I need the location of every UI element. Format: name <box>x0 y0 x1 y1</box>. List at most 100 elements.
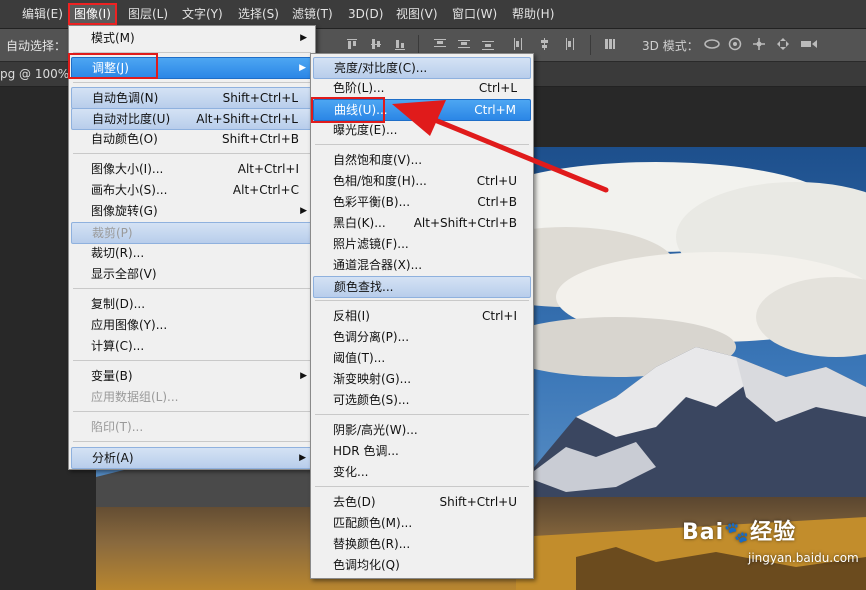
watermark-brand: Bai🐾经验 <box>682 514 796 546</box>
menu-item-levels[interactable]: 色阶(L)... Ctrl+L <box>313 78 531 98</box>
menu-item-trim[interactable]: 裁切(R)... <box>71 243 313 263</box>
menu-item-shortcut: Ctrl+M <box>474 103 516 117</box>
menu-item-image-rotation[interactable]: 图像旋转(G) ▶ <box>71 201 313 221</box>
document-tab-label: pg @ 100% <box>0 67 70 81</box>
menu-type[interactable]: 文字(Y) <box>178 5 227 23</box>
image-menu: 模式(M) ▶ 调整(J) ▶ 自动色调(N) Shift+Ctrl+L 自动对… <box>68 25 316 470</box>
menu-separator <box>73 411 311 412</box>
menu-item-vibrance[interactable]: 自然饱和度(V)... <box>313 150 531 170</box>
menu-item-shortcut: Alt+Ctrl+I <box>237 162 299 176</box>
auto-align-icon[interactable] <box>603 37 617 51</box>
align-top-icon[interactable] <box>345 37 359 51</box>
menu-item-label: 黑白(K)... <box>333 216 386 230</box>
menu-item-label: 自动色调(N) <box>92 91 159 105</box>
slide-3d-icon[interactable] <box>776 37 790 51</box>
menu-item-hdr-toning[interactable]: HDR 色调... <box>313 441 531 461</box>
submenu-arrow-icon: ▶ <box>299 453 306 463</box>
menu-image[interactable]: 图像(I) <box>68 3 117 25</box>
menu-layer[interactable]: 图层(L) <box>124 5 172 23</box>
menu-item-replace-color[interactable]: 替换颜色(R)... <box>313 534 531 554</box>
menu-item-shortcut: Ctrl+L <box>478 81 517 95</box>
distribute-vcenter-icon[interactable] <box>457 37 471 51</box>
menu-item-label: 匹配颜色(M)... <box>333 516 413 530</box>
pan-3d-icon[interactable] <box>752 37 766 51</box>
menu-item-auto-color[interactable]: 自动颜色(O) Shift+Ctrl+B <box>71 129 313 149</box>
menu-item-brightness-contrast[interactable]: 亮度/对比度(C)... <box>313 57 531 79</box>
menu-item-variations[interactable]: 变化... <box>313 462 531 482</box>
menu-item-label: 曝光度(E)... <box>333 123 398 137</box>
menu-item-analysis[interactable]: 分析(A) ▶ <box>71 447 313 469</box>
menu-item-curves[interactable]: 曲线(U)... Ctrl+M <box>313 99 531 121</box>
distribute-hcenter-icon[interactable] <box>538 37 552 51</box>
menu-item-posterize[interactable]: 色调分离(P)... <box>313 327 531 347</box>
watermark-brand-text-2: 经验 <box>750 520 797 545</box>
distribute-bottom-icon[interactable] <box>481 37 495 51</box>
menu-item-selective-color[interactable]: 可选颜色(S)... <box>313 390 531 410</box>
menu-item-gradient-map[interactable]: 渐变映射(G)... <box>313 369 531 389</box>
menu-item-apply-image[interactable]: 应用图像(Y)... <box>71 315 313 335</box>
menu-item-image-size[interactable]: 图像大小(I)... Alt+Ctrl+I <box>71 159 313 179</box>
menu-item-desaturate[interactable]: 去色(D) Shift+Ctrl+U <box>313 492 531 512</box>
distribute-top-icon[interactable] <box>433 37 447 51</box>
menu-separator <box>315 300 529 301</box>
align-bottom-icon[interactable] <box>393 37 407 51</box>
menu-item-color-balance[interactable]: 色彩平衡(B)... Ctrl+B <box>313 192 531 212</box>
options-separator <box>590 35 591 55</box>
menu-item-exposure[interactable]: 曝光度(E)... <box>313 120 531 140</box>
menu-item-label: 阈值(T)... <box>333 351 386 365</box>
distribute-right-icon[interactable] <box>562 37 576 51</box>
menu-item-variables[interactable]: 变量(B) ▶ <box>71 366 313 386</box>
menu-filter[interactable]: 滤镜(T) <box>288 5 337 23</box>
menu-item-auto-tone[interactable]: 自动色调(N) Shift+Ctrl+L <box>71 87 313 109</box>
menu-edit[interactable]: 编辑(E) <box>18 5 67 23</box>
menu-item-label: 裁剪(P) <box>92 226 133 240</box>
submenu-arrow-icon: ▶ <box>299 63 306 73</box>
menu-item-photo-filter[interactable]: 照片滤镜(F)... <box>313 234 531 254</box>
menu-item-threshold[interactable]: 阈值(T)... <box>313 348 531 368</box>
submenu-arrow-icon: ▶ <box>300 371 307 381</box>
menu-item-mode[interactable]: 模式(M) ▶ <box>71 28 313 48</box>
align-vcenter-icon[interactable] <box>369 37 383 51</box>
menu-item-shadows-highlights[interactable]: 阴影/高光(W)... <box>313 420 531 440</box>
menu-item-label: 自动颜色(O) <box>91 132 158 146</box>
menu-item-match-color[interactable]: 匹配颜色(M)... <box>313 513 531 533</box>
menu-item-label: 通道混合器(X)... <box>333 258 423 272</box>
menu-window[interactable]: 窗口(W) <box>448 5 501 23</box>
menu-separator <box>73 82 311 83</box>
menu-3d[interactable]: 3D(D) <box>344 5 387 23</box>
menu-item-calculations[interactable]: 计算(C)... <box>71 336 313 356</box>
menu-select[interactable]: 选择(S) <box>234 5 283 23</box>
rotate-3d-icon[interactable] <box>704 37 720 51</box>
menu-item-canvas-size[interactable]: 画布大小(S)... Alt+Ctrl+C <box>71 180 313 200</box>
menu-item-label: 亮度/对比度(C)... <box>334 61 428 75</box>
menu-item-black-white[interactable]: 黑白(K)... Alt+Shift+Ctrl+B <box>313 213 531 233</box>
menu-item-channel-mixer[interactable]: 通道混合器(X)... <box>313 255 531 275</box>
menu-item-label: 替换颜色(R)... <box>333 537 411 551</box>
roll-3d-icon[interactable] <box>728 37 742 51</box>
menu-item-label: 分析(A) <box>92 451 134 465</box>
distribute-left-icon[interactable] <box>512 37 526 51</box>
menu-item-invert[interactable]: 反相(I) Ctrl+I <box>313 306 531 326</box>
menu-item-auto-contrast[interactable]: 自动对比度(U) Alt+Shift+Ctrl+L <box>71 108 313 130</box>
menu-item-shortcut: Alt+Ctrl+C <box>232 183 299 197</box>
menu-item-duplicate[interactable]: 复制(D)... <box>71 294 313 314</box>
menu-item-label: 模式(M) <box>91 31 135 45</box>
menu-item-equalize[interactable]: 色调均化(Q) <box>313 555 531 575</box>
menu-separator <box>73 441 311 442</box>
options-separator <box>418 35 419 55</box>
menu-help[interactable]: 帮助(H) <box>508 5 558 23</box>
menu-item-label: 色阶(L)... <box>333 81 385 95</box>
adjustments-submenu: 亮度/对比度(C)... 色阶(L)... Ctrl+L 曲线(U)... Ct… <box>310 53 534 579</box>
menu-item-label: 画布大小(S)... <box>91 183 168 197</box>
menu-item-label: 计算(C)... <box>91 339 145 353</box>
menu-item-reveal-all[interactable]: 显示全部(V) <box>71 264 313 284</box>
menu-item-color-lookup[interactable]: 颜色查找... <box>313 276 531 298</box>
menu-item-hue-saturation[interactable]: 色相/饱和度(H)... Ctrl+U <box>313 171 531 191</box>
auto-select-label: 自动选择： <box>6 39 67 53</box>
menu-item-adjust[interactable]: 调整(J) ▶ <box>71 57 313 79</box>
menu-view[interactable]: 视图(V) <box>392 5 442 23</box>
scale-3d-icon[interactable] <box>800 37 817 51</box>
menu-item-apply-data-set: 应用数据组(L)... <box>71 387 313 407</box>
menu-item-shortcut: Shift+Ctrl+L <box>222 91 298 105</box>
menu-item-shortcut: Ctrl+U <box>476 174 517 188</box>
